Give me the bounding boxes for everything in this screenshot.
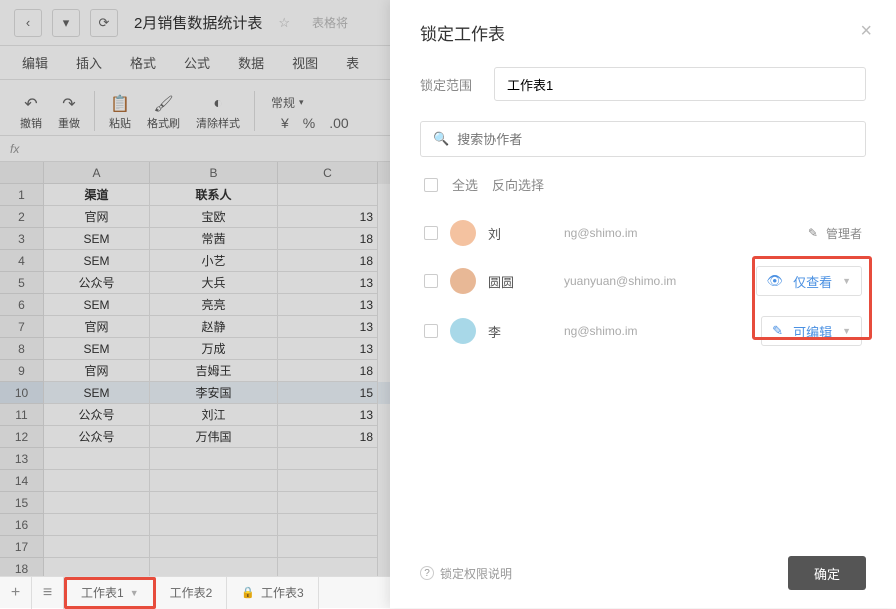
user-name: 刘: [488, 224, 552, 243]
perm-select[interactable]: 👁仅查看▼: [756, 266, 862, 296]
eye-icon: 👁: [767, 273, 784, 289]
user-email: ng@shimo.im: [564, 226, 796, 240]
user-email: yuanyuan@shimo.im: [564, 274, 744, 288]
select-all-checkbox[interactable]: [424, 178, 438, 192]
range-label: 锁定范围: [420, 75, 494, 94]
select-all-label[interactable]: 全选: [452, 175, 478, 194]
user-email: ng@shimo.im: [564, 324, 749, 338]
user-checkbox[interactable]: [424, 274, 438, 288]
lock-sheet-dialog: 锁定工作表 × 锁定范围 🔍 全选 反向选择 刘 ng@shimo.im ✎管理者圆…: [390, 0, 896, 608]
lock-icon: 🔒: [241, 586, 255, 599]
confirm-button[interactable]: 确定: [788, 556, 866, 590]
tab-sheet2[interactable]: 工作表2: [156, 577, 228, 609]
avatar: [450, 268, 476, 294]
avatar: [450, 220, 476, 246]
perm-admin: ✎管理者: [808, 225, 862, 242]
add-sheet-button[interactable]: +: [0, 577, 32, 609]
search-input[interactable]: [457, 132, 853, 147]
user-name: 李: [488, 322, 552, 341]
pencil-icon: ✎: [772, 323, 783, 339]
avatar: [450, 318, 476, 344]
perm-select[interactable]: ✎可编辑▼: [761, 316, 862, 346]
user-checkbox[interactable]: [424, 226, 438, 240]
sheet-list-button[interactable]: ≡: [32, 577, 64, 609]
tab-sheet1[interactable]: 工作表1▼: [64, 577, 156, 609]
tab-sheet3[interactable]: 🔒工作表3: [227, 577, 318, 609]
invert-select-label[interactable]: 反向选择: [492, 175, 544, 194]
help-link[interactable]: ?锁定权限说明: [420, 565, 512, 582]
user-name: 圆圆: [488, 272, 552, 291]
user-checkbox[interactable]: [424, 324, 438, 338]
pencil-icon: ✎: [808, 226, 818, 240]
range-input[interactable]: [494, 67, 866, 101]
dialog-title: 锁定工作表: [420, 20, 866, 45]
close-icon[interactable]: ×: [860, 20, 872, 43]
search-icon: 🔍: [433, 131, 449, 147]
